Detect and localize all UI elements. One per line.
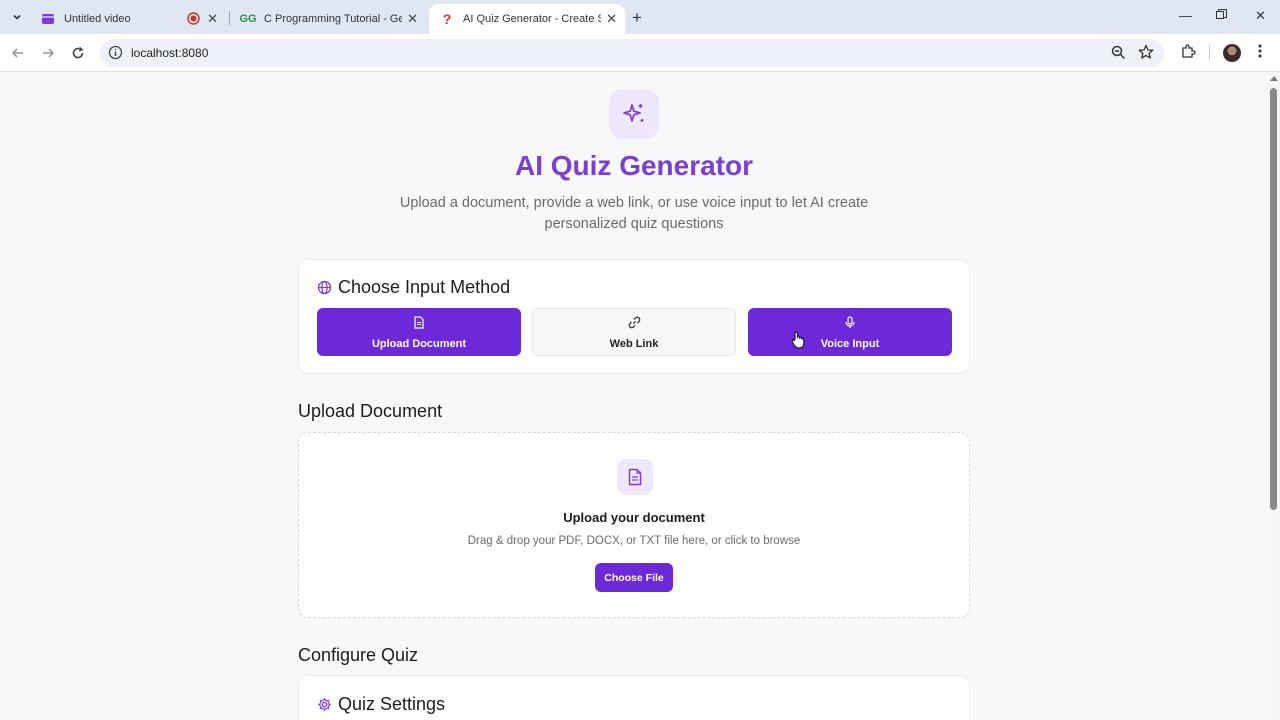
gear-icon — [318, 698, 331, 711]
dropzone-subtitle: Drag & drop your PDF, DOCX, or TXT file … — [467, 535, 801, 547]
tab-search-button[interactable] — [6, 6, 28, 28]
video-editor-icon — [40, 11, 56, 27]
question-mark-icon: ? — [442, 11, 452, 27]
profile-avatar[interactable] — [1223, 44, 1241, 62]
extensions-puzzle-icon[interactable] — [1180, 43, 1196, 64]
upload-document-label: Upload Document — [371, 338, 467, 350]
address-bar[interactable]: localhost:8080 — [100, 39, 1164, 67]
link-icon — [628, 314, 641, 330]
scroll-thumb[interactable] — [1270, 88, 1277, 510]
choose-file-button[interactable]: Choose File — [595, 563, 673, 592]
url-text: localhost:8080 — [131, 46, 209, 60]
site-info-icon[interactable] — [108, 45, 123, 65]
voice-input-label: Voice Input — [820, 338, 880, 350]
tab-strip: Untitled video ✕ GG C Programming Tutori… — [0, 0, 1280, 34]
mic-icon — [844, 314, 856, 330]
hand-cursor-icon — [791, 331, 805, 354]
restore-icon[interactable] — [1216, 8, 1227, 23]
tab-title: AI Quiz Generator - Create Sma — [463, 13, 601, 25]
close-icon[interactable]: ✕ — [207, 11, 218, 27]
web-link-button[interactable]: Web Link — [532, 308, 736, 356]
quiz-settings-title: Quiz Settings — [338, 694, 446, 714]
recording-icon — [187, 12, 200, 28]
forward-arrow-icon[interactable] — [38, 43, 58, 63]
globe-icon — [317, 280, 332, 295]
geeksforgeeks-icon: GG — [239, 13, 257, 25]
window-close-icon[interactable]: ✕ — [1255, 8, 1266, 24]
tab-title: C Programming Tutorial - Geeks — [264, 13, 402, 25]
tab-c-programming[interactable]: GG C Programming Tutorial - Geeks ✕ — [230, 4, 426, 34]
page-title: AI Quiz Generator — [514, 150, 754, 181]
quiz-settings-card: Quiz Settings — [298, 675, 970, 720]
configure-section-title: Configure Quiz — [298, 645, 419, 665]
input-method-card: Choose Input Method Upload Document Web … — [298, 259, 970, 374]
upload-section-title: Upload Document — [298, 401, 443, 421]
scroll-up-arrow-icon[interactable] — [1270, 76, 1278, 81]
input-method-title: Choose Input Method — [338, 277, 511, 297]
tab-title: Untitled video — [64, 13, 131, 25]
web-link-label: Web Link — [609, 338, 659, 350]
dropzone-title: Upload your document — [563, 510, 705, 525]
file-text-icon — [617, 459, 653, 495]
close-icon[interactable]: ✕ — [606, 11, 617, 27]
zoom-icon[interactable] — [1111, 45, 1126, 65]
page-scrollbar[interactable] — [1268, 72, 1280, 720]
tab-ai-quiz-generator[interactable]: ? AI Quiz Generator - Create Sma ✕ — [429, 4, 625, 34]
new-tab-plus-icon[interactable]: + — [632, 8, 642, 28]
browser-toolbar: localhost:8080 — [0, 34, 1280, 72]
bookmark-star-icon[interactable] — [1138, 44, 1154, 65]
reload-icon[interactable] — [68, 43, 88, 63]
toolbar-divider — [1209, 45, 1210, 61]
back-arrow-icon[interactable] — [8, 43, 28, 63]
tab-untitled-video[interactable]: Untitled video ✕ — [30, 4, 226, 34]
chevron-down-icon — [13, 14, 21, 20]
file-dropzone[interactable]: Upload your document Drag & drop your PD… — [298, 432, 970, 618]
minimize-icon[interactable]: — — [1179, 8, 1192, 23]
input-method-heading: Choose Input Method — [317, 277, 510, 298]
more-menu-icon[interactable] — [1252, 43, 1268, 64]
upload-document-button[interactable]: Upload Document — [317, 308, 521, 356]
sparkles-icon — [609, 89, 659, 139]
voice-input-button[interactable]: Voice Input — [748, 308, 952, 356]
quiz-settings-heading: Quiz Settings — [317, 694, 445, 715]
page-subtitle: Upload a document, provide a web link, o… — [399, 195, 869, 232]
close-icon[interactable]: ✕ — [407, 11, 418, 27]
file-text-icon — [413, 314, 425, 330]
